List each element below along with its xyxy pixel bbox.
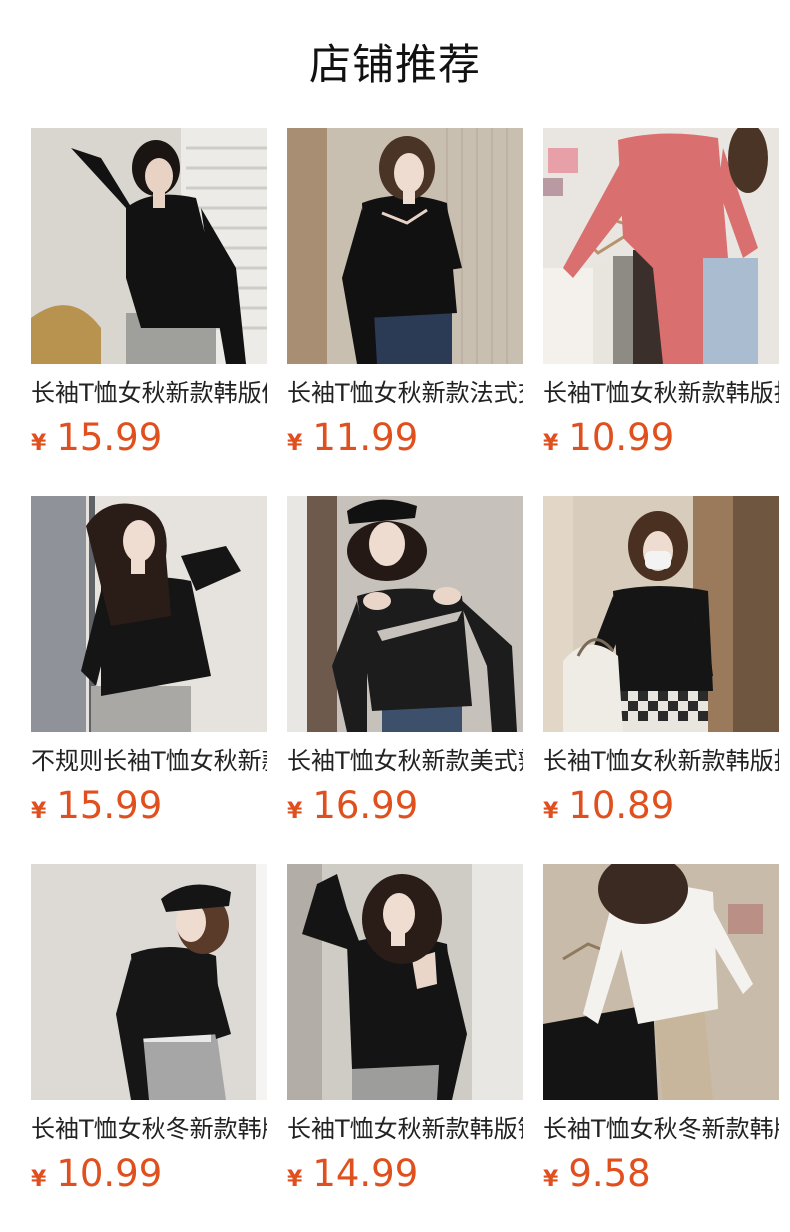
product-image[interactable]: [543, 496, 779, 732]
currency-symbol: ¥: [287, 431, 303, 456]
product-price: ¥ 14.99: [287, 1152, 418, 1196]
product-card[interactable]: 不规则长袖T恤女秋新款上衣 ¥ 15.99: [31, 496, 267, 827]
product-title[interactable]: 长袖T恤女秋新款韩版挂脖上衣: [543, 744, 779, 778]
currency-symbol: ¥: [543, 799, 559, 824]
product-card[interactable]: 长袖T恤女秋新款韩版挂脖上衣 ¥ 10.89: [543, 496, 779, 827]
price-amount: 10.99: [56, 1152, 163, 1195]
price-amount: 15.99: [56, 784, 163, 827]
price-amount: 11.99: [312, 416, 419, 459]
product-card[interactable]: 长袖T恤女秋冬新款韩版上衣 ¥ 10.99: [31, 864, 267, 1195]
product-price: ¥ 15.99: [31, 784, 162, 828]
currency-symbol: ¥: [31, 799, 47, 824]
product-image[interactable]: [543, 864, 779, 1100]
product-card[interactable]: 长袖T恤女秋新款法式交叉上衣 ¥ 11.99: [287, 128, 523, 459]
price-amount: 9.58: [568, 1152, 651, 1195]
product-title[interactable]: 长袖T恤女秋冬新款韩版上衣: [31, 1112, 267, 1146]
currency-symbol: ¥: [287, 1167, 303, 1192]
product-price: ¥ 16.99: [287, 784, 418, 828]
product-price: ¥ 11.99: [287, 416, 418, 460]
product-card[interactable]: 长袖T恤女秋新款韩版镂空上衣 ¥ 14.99: [287, 864, 523, 1195]
price-amount: 10.89: [568, 784, 675, 827]
product-title[interactable]: 长袖T恤女秋新款法式交叉上衣: [287, 376, 523, 410]
product-grid: 长袖T恤女秋新款韩版修身显瘦上衣 ¥ 15.99: [31, 128, 779, 1195]
price-amount: 10.99: [568, 416, 675, 459]
price-amount: 15.99: [56, 416, 163, 459]
currency-symbol: ¥: [31, 1167, 47, 1192]
product-price: ¥ 9.58: [543, 1152, 651, 1196]
currency-symbol: ¥: [31, 431, 47, 456]
product-card[interactable]: 长袖T恤女秋新款韩版打底衫 ¥ 10.99: [543, 128, 779, 459]
product-title[interactable]: 长袖T恤女秋新款美式辣妹上衣: [287, 744, 523, 778]
product-title[interactable]: 长袖T恤女秋新款韩版打底衫: [543, 376, 779, 410]
price-amount: 14.99: [312, 1152, 419, 1195]
product-image[interactable]: [31, 864, 267, 1100]
product-title[interactable]: 长袖T恤女秋新款韩版修身显瘦上衣: [31, 376, 267, 410]
product-price: ¥ 10.89: [543, 784, 674, 828]
product-image[interactable]: [31, 496, 267, 732]
currency-symbol: ¥: [543, 431, 559, 456]
price-amount: 16.99: [312, 784, 419, 827]
product-image[interactable]: [31, 128, 267, 364]
product-price: ¥ 10.99: [543, 416, 674, 460]
product-price: ¥ 10.99: [31, 1152, 162, 1196]
product-card[interactable]: 长袖T恤女秋新款美式辣妹上衣 ¥ 16.99: [287, 496, 523, 827]
product-image[interactable]: [287, 128, 523, 364]
product-card[interactable]: 长袖T恤女秋冬新款韩版白色上衣 ¥ 9.58: [543, 864, 779, 1195]
product-image[interactable]: [543, 128, 779, 364]
product-title[interactable]: 不规则长袖T恤女秋新款上衣: [31, 744, 267, 778]
currency-symbol: ¥: [287, 799, 303, 824]
product-title[interactable]: 长袖T恤女秋冬新款韩版白色上衣: [543, 1112, 779, 1146]
product-image[interactable]: [287, 496, 523, 732]
product-card[interactable]: 长袖T恤女秋新款韩版修身显瘦上衣 ¥ 15.99: [31, 128, 267, 459]
product-price: ¥ 15.99: [31, 416, 162, 460]
product-image[interactable]: [287, 864, 523, 1100]
product-title[interactable]: 长袖T恤女秋新款韩版镂空上衣: [287, 1112, 523, 1146]
currency-symbol: ¥: [543, 1167, 559, 1192]
section-title: 店铺推荐: [308, 40, 481, 89]
